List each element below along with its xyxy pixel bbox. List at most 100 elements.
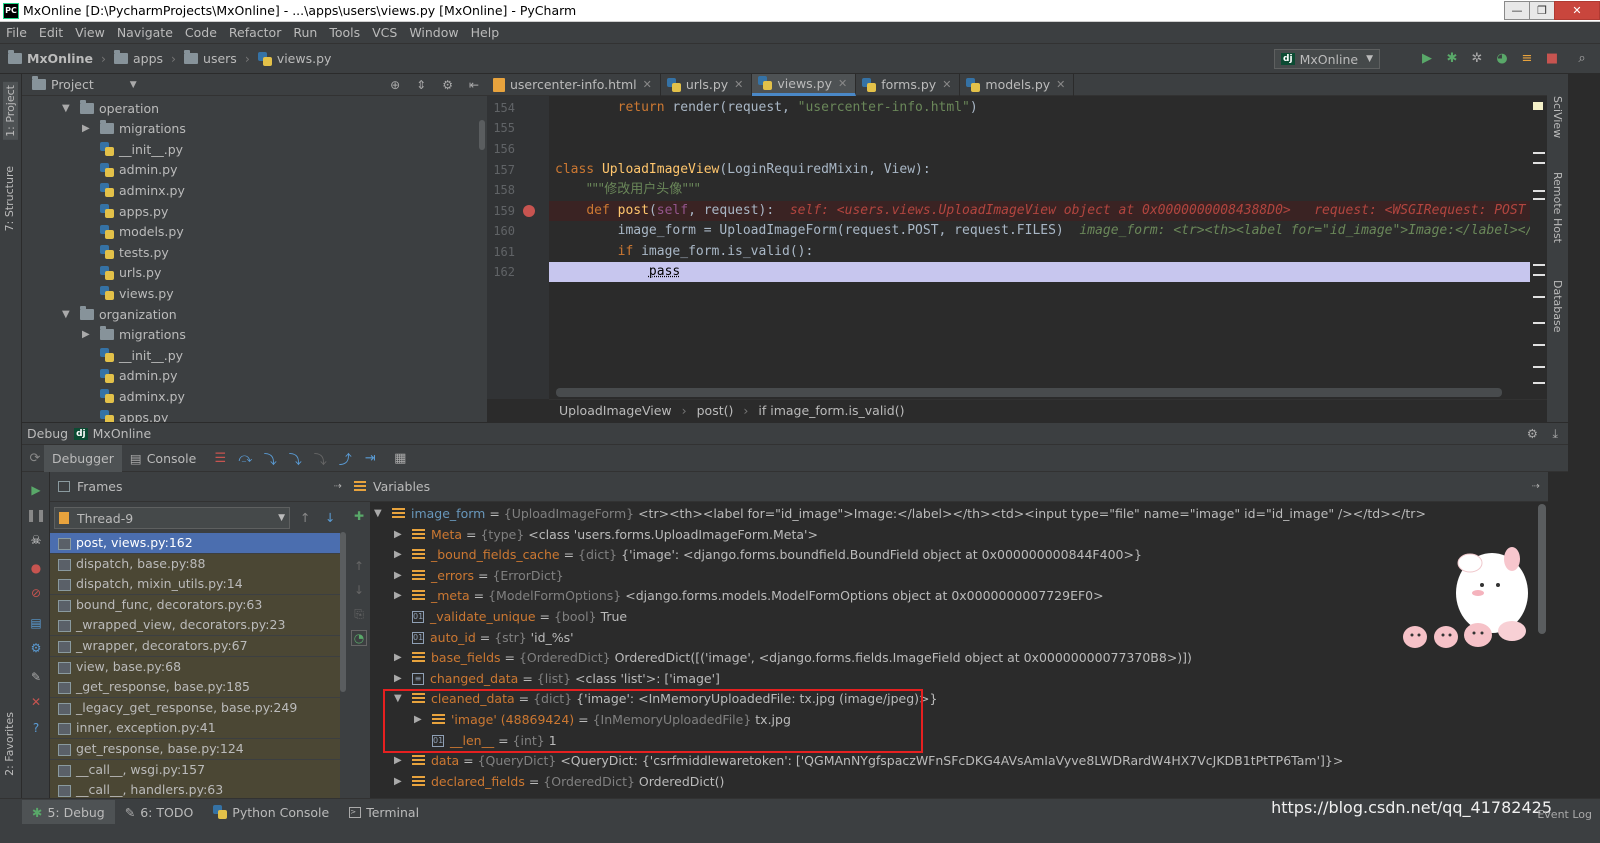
- watches-icon[interactable]: ◔: [351, 630, 367, 646]
- editor-gutter[interactable]: 154 155 156 157 158 159 160 161 162: [487, 96, 549, 399]
- help-icon[interactable]: ?: [28, 720, 44, 736]
- close-tab-icon[interactable]: ✕: [838, 77, 847, 90]
- close-tab-icon[interactable]: ✕: [1056, 78, 1065, 91]
- frame-item[interactable]: _wrapped_view, decorators.py:23: [50, 615, 340, 636]
- stop-icon[interactable]: ■: [1544, 50, 1560, 66]
- minimize-icon[interactable]: —: [1504, 0, 1530, 20]
- force-step-into-icon[interactable]: ⤵: [311, 449, 329, 468]
- thread-select[interactable]: Thread-9 ▼: [54, 507, 290, 529]
- debug-icon[interactable]: ✱: [1444, 50, 1460, 66]
- project-tree-item[interactable]: __init__.py: [82, 139, 183, 159]
- chevron-down-icon[interactable]: ▼: [62, 103, 72, 114]
- gear-icon[interactable]: ⚙: [1527, 426, 1538, 441]
- collapse-icon[interactable]: ⇕: [416, 78, 426, 92]
- variables-scrollbar[interactable]: [1538, 504, 1546, 634]
- editor-horizontal-scrollbar[interactable]: [556, 388, 1502, 397]
- menu-refactor[interactable]: Refactor: [223, 25, 287, 40]
- tab-views-py[interactable]: views.py ✕: [752, 73, 857, 96]
- tab-usercenter-info-html[interactable]: usercenter-info.html ✕: [487, 73, 661, 96]
- copy-icon[interactable]: ⎘: [351, 606, 367, 622]
- breakpoint-icon[interactable]: [523, 205, 535, 217]
- new-watch-icon[interactable]: ✚: [351, 508, 367, 524]
- up-icon[interactable]: ↑: [351, 558, 367, 574]
- tab-models-py[interactable]: models.py ✕: [960, 73, 1075, 96]
- close-icon[interactable]: ✕: [1554, 0, 1600, 20]
- project-tree-item[interactable]: ▶ migrations: [82, 119, 186, 139]
- debug-config-name[interactable]: MxOnline: [93, 426, 152, 441]
- frame-item[interactable]: __call__, wsgi.py:157: [50, 759, 340, 780]
- variable-row[interactable]: ▶ data = {QueryDict} <QueryDict: {'csrfmi…: [394, 751, 1343, 771]
- event-log-button[interactable]: Event Log: [1537, 808, 1592, 821]
- show-execution-point-icon[interactable]: ☰: [211, 449, 229, 467]
- tab-forms-py[interactable]: forms.py ✕: [856, 73, 961, 96]
- close-tab-icon[interactable]: ✕: [734, 78, 743, 91]
- hide-panel-icon[interactable]: ⤓: [1552, 426, 1558, 442]
- chevron-down-icon[interactable]: ▼: [374, 504, 388, 524]
- frame-item[interactable]: bound_func, decorators.py:63: [50, 594, 340, 615]
- profile-icon[interactable]: ◕: [1494, 50, 1510, 66]
- frame-item[interactable]: view, base.py:68: [50, 656, 340, 677]
- menu-edit[interactable]: Edit: [33, 25, 69, 40]
- tool-tab-remote-host[interactable]: Remote Host: [1551, 172, 1564, 243]
- project-tree-item[interactable]: admin.py: [82, 366, 177, 386]
- menu-window[interactable]: Window: [403, 25, 464, 40]
- project-tree-item[interactable]: adminx.py: [82, 386, 185, 406]
- variable-row[interactable]: ▼ image_form = {UploadImageForm} <tr><th>…: [374, 504, 1426, 524]
- step-out-icon[interactable]: ⤴: [336, 449, 354, 468]
- tool-tab-debug[interactable]: ✱ 5: Debug: [22, 800, 115, 824]
- variable-row[interactable]: ▶ base_fields = {OrderedDict} OrderedDict…: [394, 648, 1192, 668]
- layout-icon[interactable]: ▤: [28, 615, 44, 631]
- project-tree-item[interactable]: tests.py: [82, 242, 169, 262]
- breadcrumb-method[interactable]: post(): [697, 403, 734, 418]
- chevron-right-icon[interactable]: ▶: [394, 648, 408, 668]
- breadcrumb-class[interactable]: UploadImageView: [559, 403, 672, 418]
- close-tab-icon[interactable]: ✕: [643, 78, 652, 91]
- rerun-icon[interactable]: ⟳: [26, 449, 44, 467]
- menu-view[interactable]: View: [69, 25, 111, 40]
- frame-item[interactable]: _wrapper, decorators.py:67: [50, 636, 340, 656]
- variable-row[interactable]: ▶ _bound_fields_cache = {dict} {'image': …: [394, 545, 1142, 565]
- tab-debugger[interactable]: Debugger: [44, 444, 122, 472]
- frames-scrollbar[interactable]: [340, 532, 346, 692]
- step-over-icon[interactable]: ⤼: [236, 449, 254, 467]
- evaluate-expression-icon[interactable]: ▦: [391, 449, 409, 467]
- close-tab-icon[interactable]: ✕: [942, 78, 951, 91]
- chevron-right-icon[interactable]: ▶: [394, 772, 408, 792]
- project-tree-item[interactable]: admin.py: [82, 160, 177, 180]
- project-tree-item[interactable]: models.py: [82, 222, 184, 242]
- resume-icon[interactable]: ▶: [28, 482, 44, 498]
- nav-crumb-project[interactable]: MxOnline: [8, 50, 93, 66]
- menu-run[interactable]: Run: [287, 25, 323, 40]
- frame-item[interactable]: inner, exception.py:41: [50, 718, 340, 739]
- coverage-icon[interactable]: ✲: [1469, 50, 1485, 66]
- frame-item[interactable]: dispatch, base.py:88: [50, 553, 340, 574]
- tool-tab-structure[interactable]: 7: Structure: [3, 166, 16, 231]
- chevron-right-icon[interactable]: ▶: [394, 586, 408, 606]
- view-breakpoints-icon[interactable]: ●: [28, 560, 44, 576]
- nav-crumb-users[interactable]: users: [184, 50, 237, 66]
- tab-urls-py[interactable]: urls.py ✕: [661, 73, 753, 96]
- frame-item[interactable]: _legacy_get_response, base.py:249: [50, 697, 340, 718]
- gear-icon[interactable]: ⚙: [442, 78, 453, 92]
- concurrency-icon[interactable]: ≡: [1519, 50, 1535, 66]
- project-tree-item[interactable]: ▼ organization: [62, 304, 177, 324]
- tool-tab-favorites[interactable]: 2: Favorites: [3, 712, 16, 776]
- tool-tab-project[interactable]: 1: Project: [3, 82, 18, 140]
- menu-code[interactable]: Code: [179, 25, 223, 40]
- code-editor[interactable]: return render(request, "usercenter-info.…: [549, 96, 1547, 399]
- frame-item[interactable]: get_response, base.py:124: [50, 739, 340, 759]
- project-tree-item[interactable]: adminx.py: [82, 180, 185, 200]
- run-to-cursor-icon[interactable]: ⇥: [361, 449, 379, 467]
- next-frame-icon[interactable]: ↓: [325, 510, 335, 525]
- restore-icon[interactable]: ⇢: [334, 481, 342, 492]
- menu-file[interactable]: File: [0, 25, 33, 40]
- chevron-right-icon[interactable]: ▶: [394, 669, 408, 689]
- tool-tab-sciview[interactable]: SciView: [1551, 96, 1564, 138]
- locate-icon[interactable]: ⊕: [390, 78, 400, 92]
- previous-frame-icon[interactable]: ↑: [300, 510, 310, 525]
- chevron-down-icon[interactable]: ▼: [130, 80, 137, 90]
- down-icon[interactable]: ↓: [351, 582, 367, 598]
- menu-vcs[interactable]: VCS: [366, 25, 403, 40]
- run-icon[interactable]: ▶: [1419, 50, 1435, 66]
- project-tree-item[interactable]: views.py: [82, 283, 174, 303]
